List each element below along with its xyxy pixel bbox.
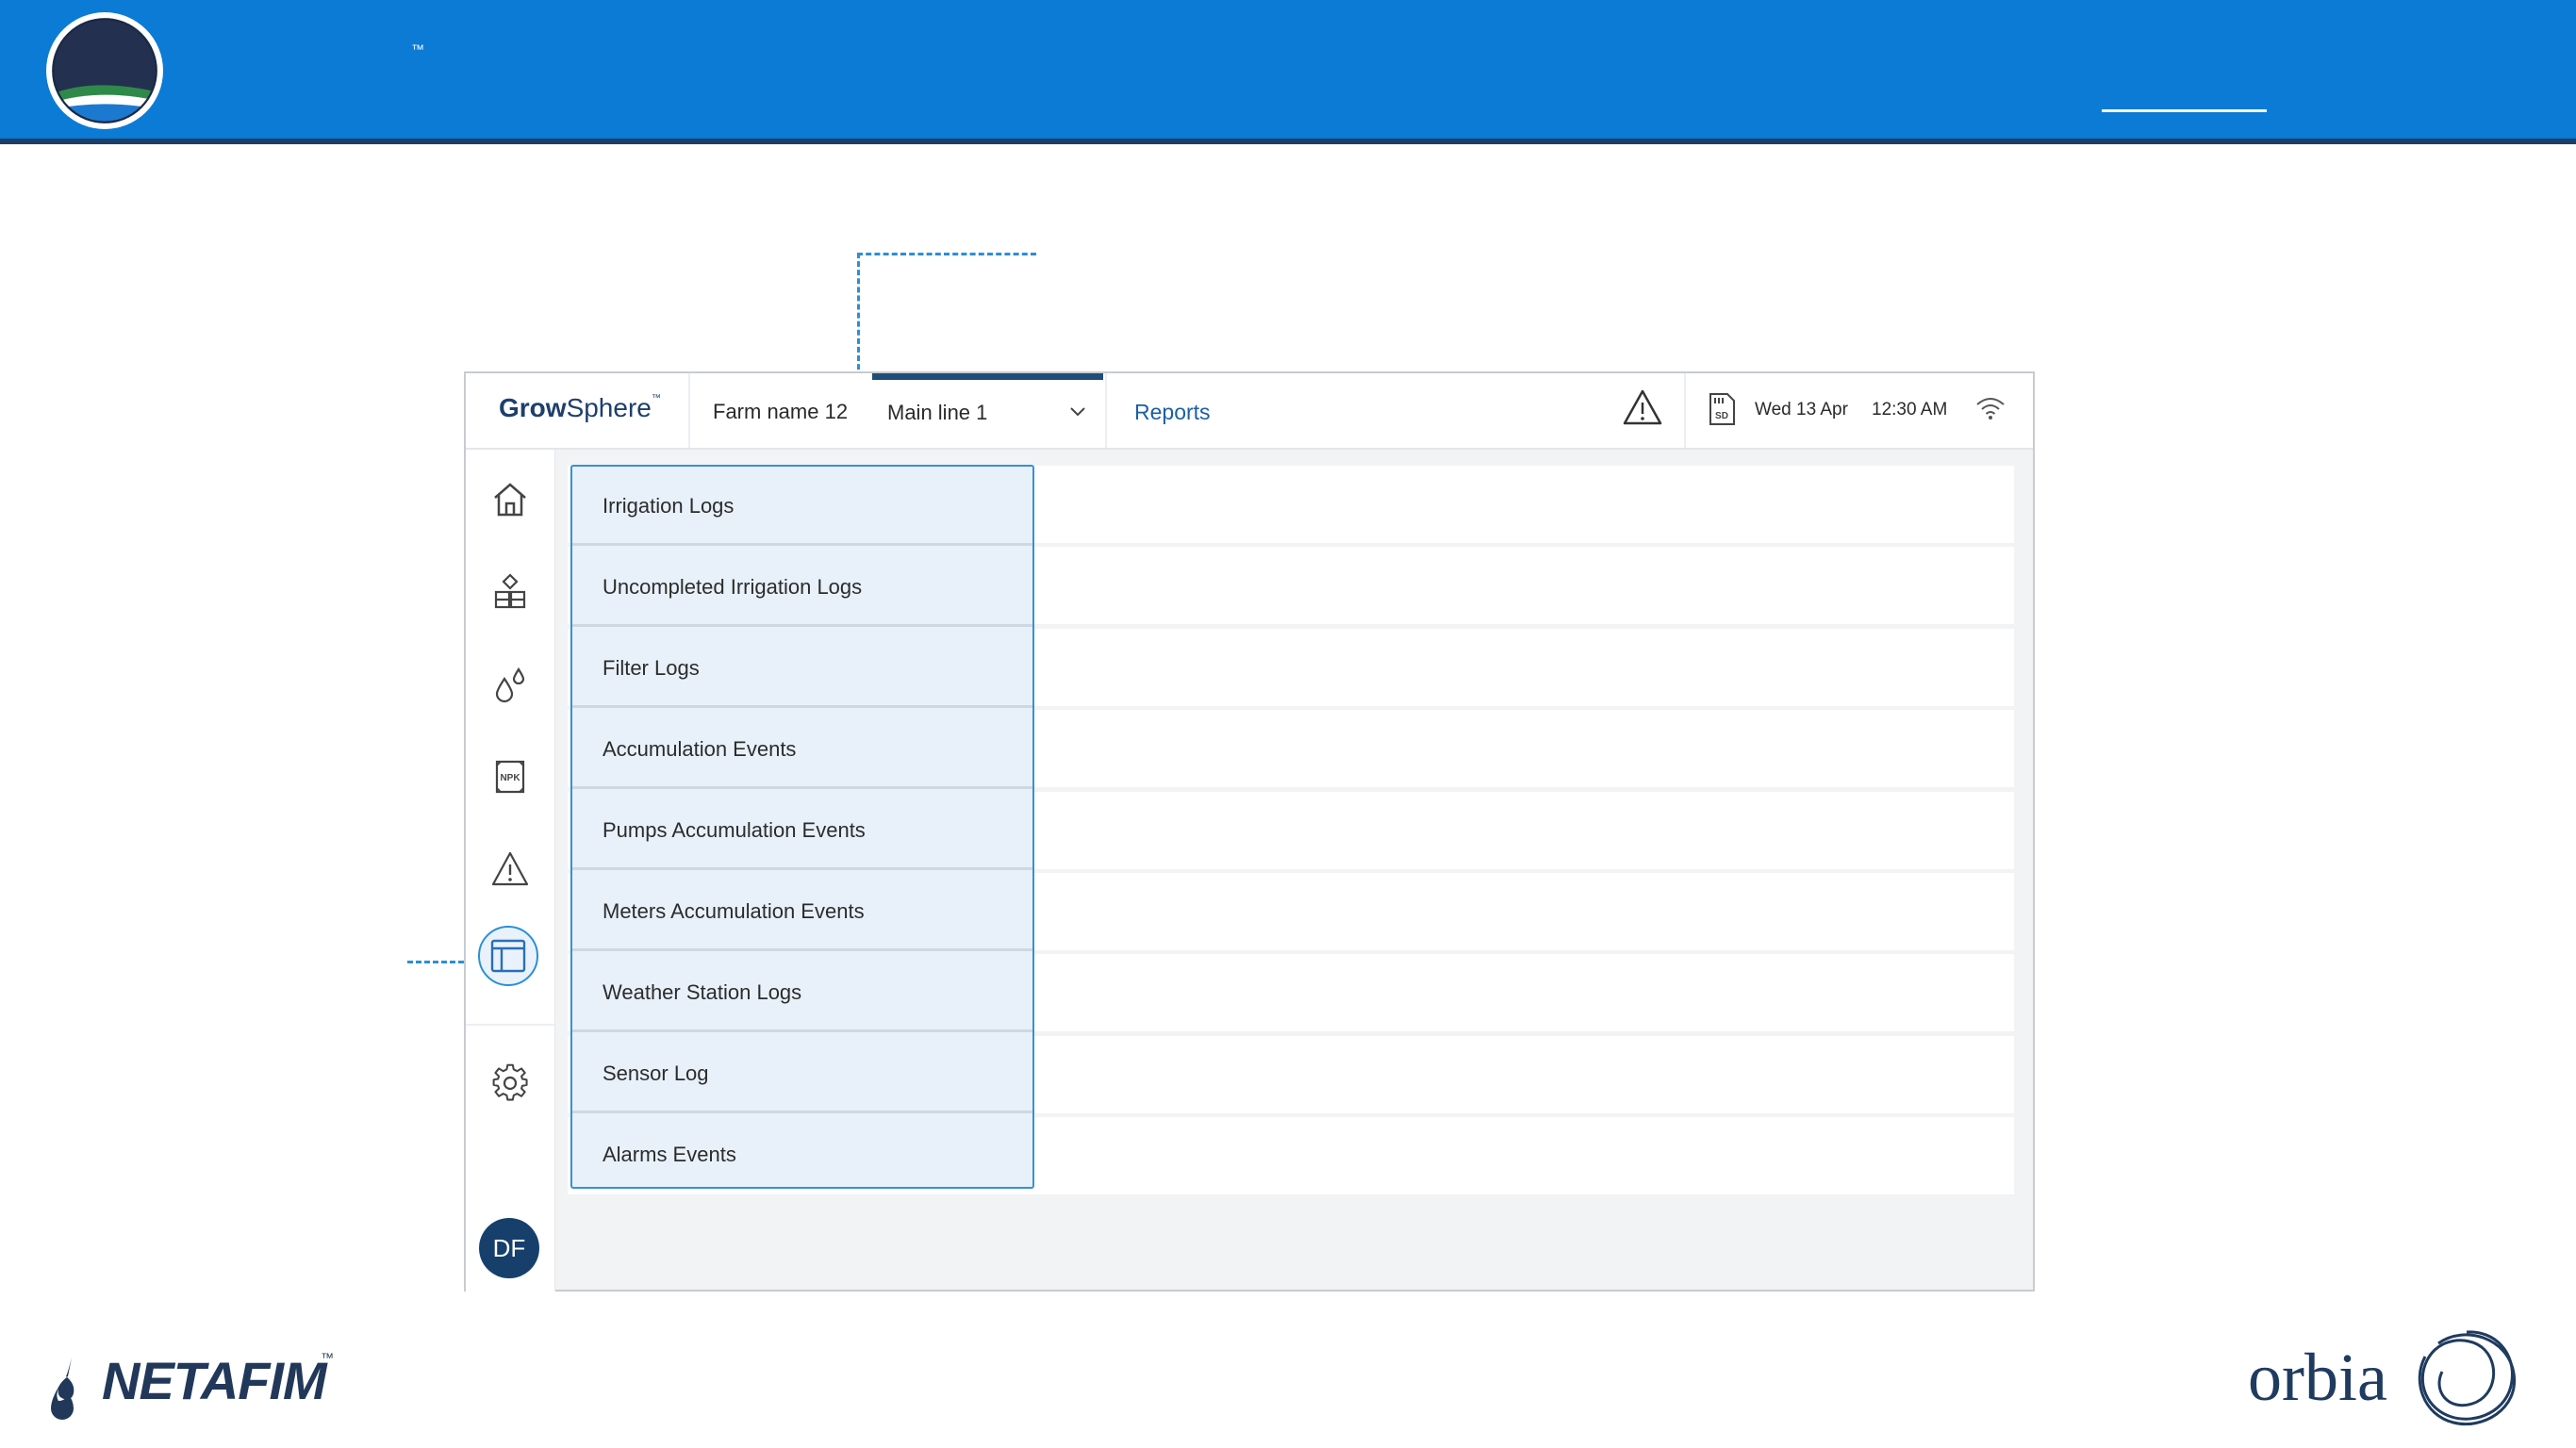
topbar-divider (688, 373, 690, 448)
netafim-wordmark: NETAFIM (102, 1351, 327, 1410)
npk-label: NPK (500, 773, 520, 783)
topbar-divider (1684, 373, 1686, 448)
menu-item-uncompleted-irrigation-logs[interactable]: Uncompleted Irrigation Logs (572, 548, 1032, 627)
date-display: Wed 13 Apr (1755, 400, 1848, 420)
menu-item-pumps-accumulation-events[interactable]: Pumps Accumulation Events (572, 791, 1032, 870)
shapes-icon[interactable] (489, 571, 531, 613)
app-topbar: GrowSphere™ Farm name 12 Main line 1 Rep… (466, 373, 2033, 450)
sd-label: SD (1715, 411, 1728, 421)
header-underline (2102, 109, 2267, 112)
menu-item-filter-logs[interactable]: Filter Logs (572, 629, 1032, 708)
chevron-down-icon (1068, 403, 1087, 424)
npk-icon[interactable]: NPK (489, 756, 531, 798)
reports-tab[interactable]: Reports (1134, 400, 1211, 425)
brand-logo (46, 12, 163, 129)
topbar-divider (1105, 373, 1107, 448)
menu-item-sensor-log[interactable]: Sensor Log (572, 1034, 1032, 1113)
netafim-tm: ™ (321, 1350, 334, 1365)
main-line-label: Main line 1 (887, 401, 988, 424)
slide-header: ™ (0, 0, 2576, 144)
sidebar-divider (466, 1024, 554, 1026)
callout-line-horizontal (857, 253, 1036, 255)
menu-item-accumulation-events[interactable]: Accumulation Events (572, 710, 1032, 789)
logo-bold-text: Grow (499, 393, 567, 422)
sd-card-icon: SD (1709, 393, 1735, 425)
wifi-icon (1976, 398, 2005, 420)
growsphere-logo[interactable]: GrowSphere™ (499, 393, 661, 423)
trademark-mark: ™ (411, 41, 424, 57)
main-line-selector[interactable]: Main line 1 (872, 373, 1103, 448)
app-window: GrowSphere™ Farm name 12 Main line 1 Rep… (464, 371, 2035, 1292)
farm-name[interactable]: Farm name 12 (713, 400, 848, 424)
reports-icon (490, 939, 526, 973)
water-drops-icon[interactable] (489, 664, 531, 705)
time-display: 12:30 AM (1872, 400, 1948, 420)
reports-dropdown-menu: Irrigation Logs Uncompleted Irrigation L… (570, 465, 1034, 1189)
home-icon[interactable] (489, 479, 531, 520)
orbia-mark-icon (2418, 1330, 2517, 1425)
netafim-drop-icon (51, 1358, 74, 1420)
settings-icon[interactable] (489, 1062, 531, 1104)
alert-icon[interactable] (1622, 387, 1663, 429)
alert-nav-icon[interactable] (489, 848, 531, 890)
orbia-wordmark: orbia (2248, 1340, 2387, 1415)
menu-item-meters-accumulation-events[interactable]: Meters Accumulation Events (572, 872, 1032, 951)
user-avatar[interactable]: DF (479, 1218, 539, 1278)
brand-logo-icon (52, 18, 157, 123)
logo-light-text: Sphere (566, 393, 652, 422)
menu-item-alarms-events[interactable]: Alarms Events (572, 1115, 1032, 1194)
logo-tm: ™ (651, 393, 661, 403)
reports-nav-button[interactable] (478, 926, 538, 986)
app-sidebar: NPK DF (466, 450, 555, 1292)
menu-item-irrigation-logs[interactable]: Irrigation Logs (572, 467, 1032, 546)
menu-item-weather-station-logs[interactable]: Weather Station Logs (572, 953, 1032, 1032)
